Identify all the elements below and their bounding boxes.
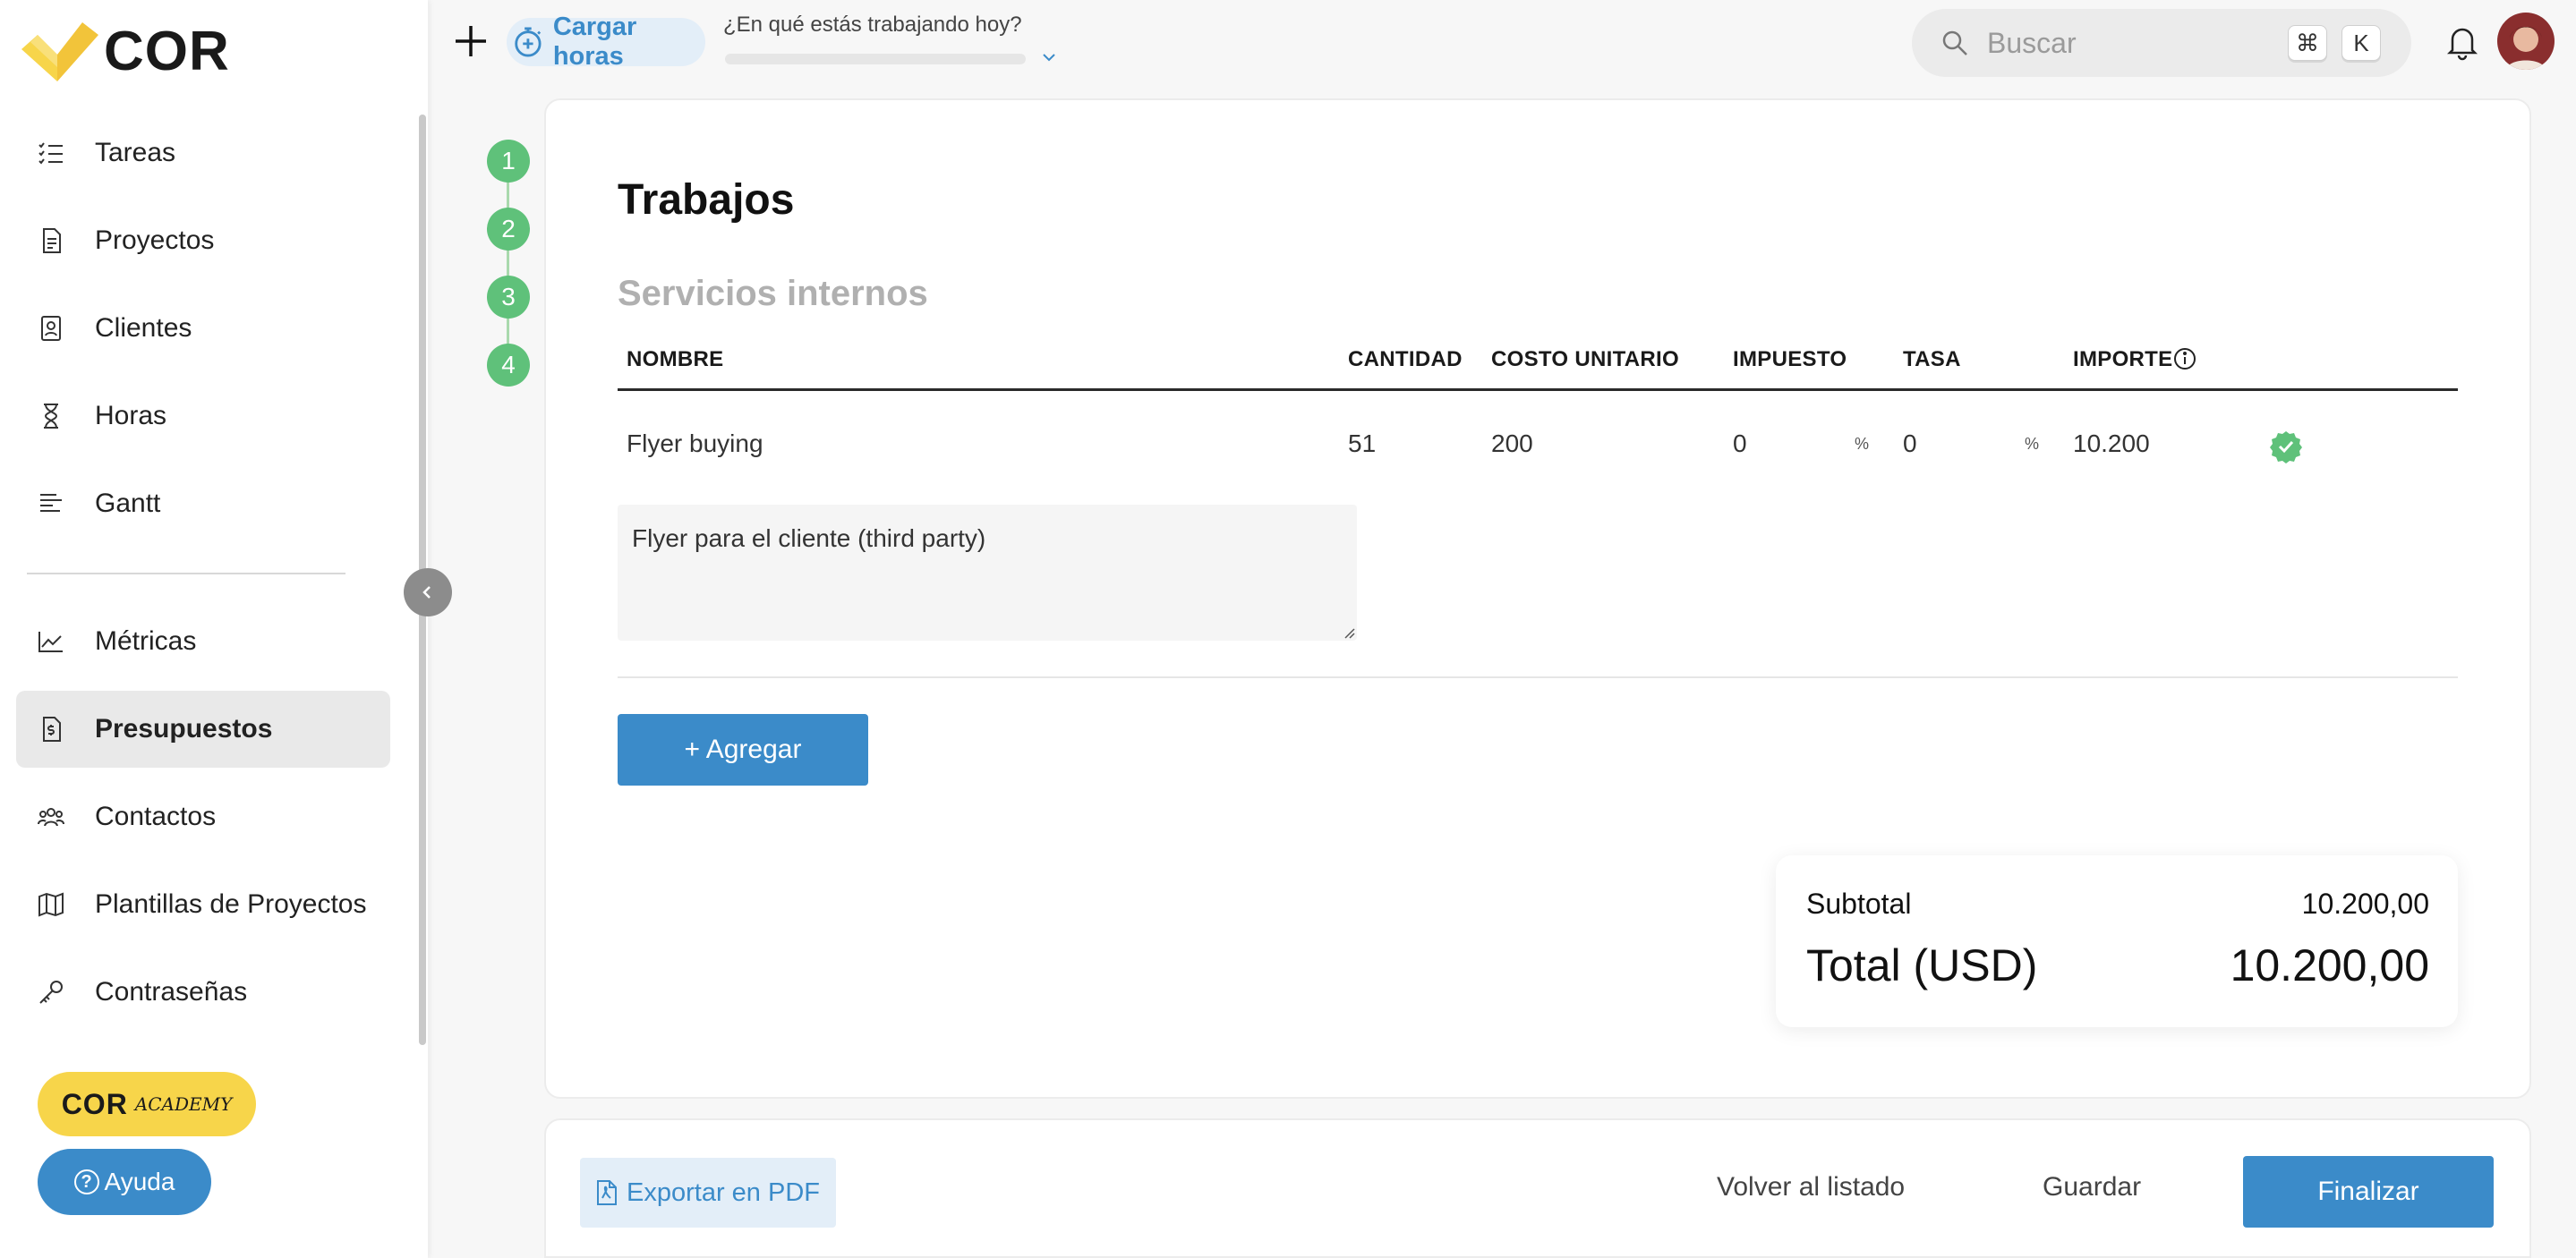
rate-percent-unit: % <box>2025 435 2040 453</box>
save-button[interactable]: Guardar <box>2043 1172 2141 1203</box>
sidebar-item-tareas[interactable]: Tareas <box>16 115 390 191</box>
step-3[interactable]: 3 <box>487 276 530 319</box>
sidebar-item-label: Horas <box>95 401 167 430</box>
chevron-left-icon <box>422 586 431 599</box>
item-description-text: Flyer para el cliente (third party) <box>632 524 986 552</box>
totals-panel: Subtotal 10.200,00 Total (USD) 10.200,00 <box>1776 855 2458 1027</box>
export-pdf-label: Exportar en PDF <box>627 1177 820 1207</box>
sidebar-item-label: Contactos <box>95 802 217 831</box>
sidebar-item-gantt[interactable]: Gantt <box>16 465 390 542</box>
chart-icon <box>36 626 66 657</box>
back-to-list-button[interactable]: Volver al listado <box>1717 1172 1905 1203</box>
sidebar-item-plantillas[interactable]: Plantillas de Proyectos <box>16 866 390 943</box>
sidebar-item-proyectos[interactable]: Proyectos <box>16 202 390 279</box>
column-header-importe: IMPORTE <box>2073 347 2173 371</box>
academy-cor-label: COR <box>61 1087 128 1120</box>
sidebar-item-contactos[interactable]: Contactos <box>16 778 390 855</box>
subtotal-value: 10.200,00 <box>2301 888 2429 920</box>
key-icon <box>36 977 66 1007</box>
item-rate[interactable]: 0 <box>1903 429 1917 458</box>
tax-percent-unit: % <box>1855 435 1870 453</box>
working-on-question: ¿En qué estás trabajando hoy? <box>723 13 1022 37</box>
hourglass-icon <box>36 401 66 431</box>
add-icon[interactable] <box>453 23 489 59</box>
map-icon <box>36 889 66 920</box>
section-title: Servicios internos <box>618 274 928 313</box>
sidebar-item-label: Contraseñas <box>95 977 248 1007</box>
user-avatar[interactable] <box>2497 13 2555 70</box>
working-on-input[interactable] <box>725 54 1026 64</box>
sidebar-item-horas[interactable]: Horas <box>16 378 390 455</box>
sidebar-divider <box>27 573 345 574</box>
row-divider <box>618 676 2458 678</box>
column-header-impuesto: IMPUESTO <box>1733 347 1847 371</box>
sidebar-item-label: Métricas <box>95 626 197 656</box>
add-item-button[interactable]: + Agregar <box>618 714 868 786</box>
sidebar-item-presupuestos[interactable]: Presupuestos <box>16 691 390 768</box>
chevron-down-icon[interactable] <box>1040 48 1058 66</box>
column-header-cantidad: CANTIDAD <box>1348 347 1463 371</box>
sidebar: COR Tareas Proyectos Clientes Horas Gant… <box>0 0 428 1258</box>
finish-button[interactable]: Finalizar <box>2243 1156 2494 1228</box>
resize-handle-icon[interactable] <box>1341 625 1355 639</box>
help-label: Ayuda <box>104 1168 175 1195</box>
logo-text: COR <box>104 21 230 82</box>
budget-document-icon <box>36 714 66 744</box>
sidebar-item-label: Proyectos <box>95 225 215 255</box>
sidebar-item-label: Presupuestos <box>95 714 273 744</box>
cor-logo[interactable]: COR <box>21 20 230 83</box>
sidebar-item-label: Plantillas de Proyectos <box>95 889 367 919</box>
column-header-nombre: NOMBRE <box>627 347 724 371</box>
load-hours-label: Cargar horas <box>552 13 637 71</box>
info-icon[interactable] <box>2173 347 2196 370</box>
academy-word-label: ACADEMY <box>134 1093 233 1115</box>
total-value: 10.200,00 <box>2230 940 2429 990</box>
people-icon <box>36 802 66 832</box>
search-input[interactable] <box>1987 26 2273 60</box>
export-pdf-button[interactable]: Exportar en PDF <box>580 1158 836 1228</box>
stopwatch-icon <box>515 27 542 57</box>
stepper-line <box>507 161 509 367</box>
step-4[interactable]: 4 <box>487 344 530 387</box>
cor-logo-mark-icon <box>21 21 98 81</box>
search-box[interactable]: ⌘ K <box>1912 9 2411 77</box>
question-icon: ? <box>73 1169 99 1194</box>
sidebar-item-label: Gantt <box>95 489 161 518</box>
item-amount: 10.200 <box>2073 429 2150 457</box>
notifications-bell-icon[interactable] <box>2442 21 2483 63</box>
item-tax[interactable]: 0 <box>1733 429 1747 458</box>
pdf-file-icon <box>597 1180 617 1205</box>
sidebar-item-clientes[interactable]: Clientes <box>16 290 390 367</box>
item-name[interactable]: Flyer buying <box>627 429 763 458</box>
item-description-textarea[interactable]: Flyer para el cliente (third party) <box>618 505 1357 641</box>
action-footer <box>544 1118 2531 1258</box>
confirm-check-icon[interactable] <box>2269 429 2303 463</box>
sidebar-item-metricas[interactable]: Métricas <box>16 603 390 680</box>
client-contact-icon <box>36 313 66 344</box>
sidebar-item-contrasenas[interactable]: Contraseñas <box>16 954 390 1031</box>
subtotal-label: Subtotal <box>1806 888 1912 920</box>
project-document-icon <box>36 225 66 256</box>
shortcut-k-key: K <box>2341 25 2381 61</box>
item-unit-cost[interactable]: 200 <box>1491 429 1533 458</box>
total-label: Total (USD) <box>1806 940 2038 990</box>
checklist-icon <box>36 138 66 168</box>
table-header-line <box>618 388 2458 391</box>
load-hours-button[interactable]: Cargar horas <box>507 13 705 71</box>
column-header-tasa: TASA <box>1903 347 1961 371</box>
step-1[interactable]: 1 <box>487 140 530 183</box>
cor-academy-button[interactable]: COR ACADEMY <box>38 1072 256 1136</box>
collapse-sidebar-button[interactable] <box>404 568 452 616</box>
sidebar-item-label: Clientes <box>95 313 192 343</box>
gantt-icon <box>36 489 66 519</box>
help-button[interactable]: ? Ayuda <box>38 1149 211 1215</box>
sidebar-item-label: Tareas <box>95 138 176 167</box>
page-title: Trabajos <box>618 176 795 224</box>
search-icon <box>1942 30 1967 55</box>
item-quantity[interactable]: 51 <box>1348 429 1376 458</box>
step-2[interactable]: 2 <box>487 208 530 251</box>
shortcut-cmd-key: ⌘ <box>2288 25 2327 61</box>
column-header-costo-unitario: COSTO UNITARIO <box>1491 347 1679 371</box>
